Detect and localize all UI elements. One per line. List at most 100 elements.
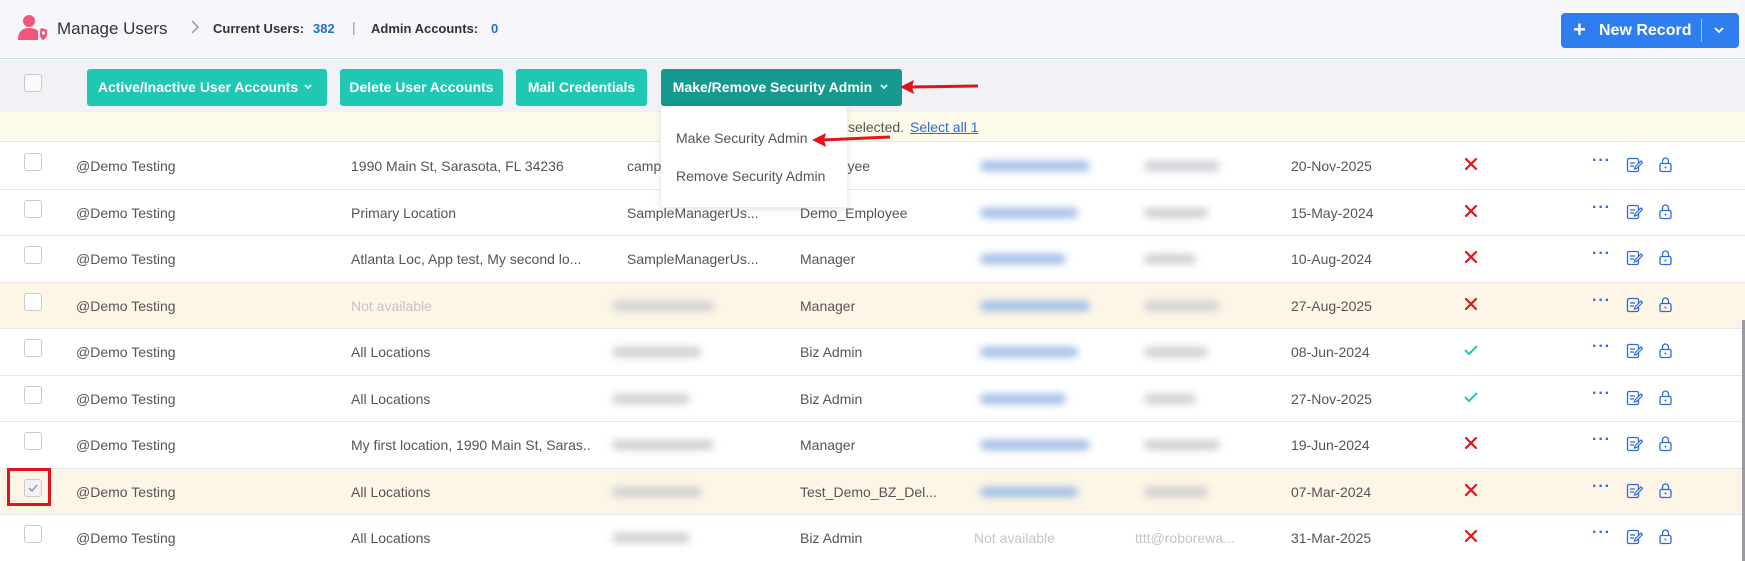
lock-icon[interactable] <box>1658 249 1673 266</box>
redacted-cell <box>966 190 1126 237</box>
lock-icon[interactable] <box>1658 342 1673 359</box>
more-dots-icon[interactable]: ··· <box>1592 524 1611 542</box>
row-checkbox[interactable] <box>24 246 42 264</box>
date-cell: 20-Nov-2025 <box>1291 158 1372 174</box>
edit-icon[interactable] <box>1626 342 1643 359</box>
lock-icon[interactable] <box>1658 482 1673 499</box>
more-dots-icon[interactable]: ··· <box>1592 152 1611 170</box>
lock-icon[interactable] <box>1658 435 1673 452</box>
date-cell: 19-Jun-2024 <box>1291 437 1370 453</box>
new-record-label: New Record <box>1599 22 1692 39</box>
row-checkbox[interactable] <box>24 292 42 311</box>
row-checkbox[interactable] <box>24 432 42 450</box>
more-dots-icon[interactable]: ··· <box>1592 199 1611 217</box>
close-icon <box>1464 157 1478 171</box>
table-row[interactable]: @Demo Testing My first location, 1990 Mai… <box>0 422 1745 469</box>
close-icon <box>1464 204 1478 217</box>
check-icon <box>1464 391 1478 402</box>
more-dots-icon[interactable]: ··· <box>1592 431 1611 449</box>
make-security-admin-option[interactable]: Make Security Admin <box>676 130 808 146</box>
select-all-checkbox[interactable] <box>24 74 42 92</box>
redacted-cell <box>598 469 750 516</box>
mail-credentials-button[interactable]: Mail Credentials <box>516 69 647 106</box>
security-admin-dropdown: Make Security Admin Remove Security Admi… <box>661 106 847 207</box>
user-name-cell: @Demo Testing <box>76 437 176 453</box>
chevron-down-icon <box>880 84 888 90</box>
redacted-cell <box>966 422 1126 469</box>
redacted-cell <box>1130 469 1256 516</box>
more-dots-icon[interactable]: ··· <box>1592 245 1611 263</box>
row-checkbox[interactable] <box>24 199 42 218</box>
user-name-cell: @Demo Testing <box>76 390 176 407</box>
plus-icon: + <box>1573 17 1586 42</box>
edit-icon[interactable] <box>1626 156 1643 173</box>
role-cell: Biz Admin <box>800 530 863 546</box>
chevron-right-icon <box>191 20 200 34</box>
active-inactive-button[interactable]: Active/Inactive User Accounts <box>87 69 327 106</box>
annotation-highlight-box <box>7 468 51 506</box>
redacted-cell <box>966 236 1126 283</box>
redacted-cell <box>966 469 1126 516</box>
admin-accounts-label: Admin Accounts: <box>371 21 479 36</box>
edit-icon[interactable] <box>1626 203 1643 220</box>
email-cell: Not available <box>974 530 1055 546</box>
table-row[interactable]: @Demo Testing Atlanta Loc, App test, My s… <box>0 236 1745 283</box>
table-row[interactable]: @Demo Testing Not available Manager 27-Aug-… <box>0 282 1745 330</box>
more-dots-icon[interactable]: ··· <box>1592 478 1611 496</box>
annotation-arrow <box>900 80 979 94</box>
row-checkbox[interactable] <box>24 525 42 543</box>
active-inactive-label: Active/Inactive User Accounts <box>97 79 299 95</box>
location-cell: Atlanta Loc, App test, My second lo... <box>351 251 582 267</box>
close-icon <box>1464 483 1478 496</box>
date-cell: 10-Aug-2024 <box>1291 251 1372 267</box>
date-cell: 27-Nov-2025 <box>1291 390 1372 407</box>
table-row[interactable]: @Demo Testing All Locations Biz Admin Not a… <box>0 515 1745 561</box>
edit-icon[interactable] <box>1626 296 1643 313</box>
location-cell: All Locations <box>351 483 431 500</box>
role-cell: Biz Admin <box>800 344 863 360</box>
page-title: Manage Users <box>57 19 168 38</box>
table-row[interactable]: @Demo Testing All Locations Biz Admin 27-No… <box>0 375 1745 423</box>
more-dots-icon[interactable]: ··· <box>1592 338 1611 356</box>
select-all-link[interactable]: Select all 1 <box>910 119 978 135</box>
table-row[interactable]: @Demo Testing Primary Location SampleManag… <box>0 189 1745 237</box>
date-cell: 15-May-2024 <box>1291 204 1374 221</box>
row-checkbox[interactable] <box>24 153 42 171</box>
user-name-cell: @Demo Testing <box>76 297 176 314</box>
lock-icon[interactable] <box>1658 156 1673 173</box>
edit-icon[interactable] <box>1626 528 1643 545</box>
close-icon <box>1464 297 1478 310</box>
users-table-body: @Demo Testing 1990 Main St, Sarasota, FL … <box>0 143 1745 561</box>
lock-icon[interactable] <box>1658 528 1673 545</box>
lock-icon[interactable] <box>1658 296 1673 313</box>
redacted-cell <box>966 376 1126 423</box>
chevron-down-icon[interactable] <box>1712 23 1726 37</box>
location-cell: All Locations <box>351 344 431 360</box>
stat-separator: | <box>352 19 356 35</box>
manage-users-page: Manage Users Current Users: 382 | Admin … <box>0 0 1745 561</box>
redacted-cell <box>598 283 750 330</box>
table-row[interactable]: @Demo Testing 1990 Main St, Sarasota, FL … <box>0 143 1745 190</box>
table-row[interactable]: @Demo Testing All Locations Biz Admin 08-Ju… <box>0 329 1745 376</box>
lock-icon[interactable] <box>1658 389 1673 406</box>
edit-icon[interactable] <box>1626 482 1643 499</box>
table-row[interactable]: @Demo Testing All Locations Test_Demo_BZ_D… <box>0 468 1745 516</box>
delete-user-accounts-button[interactable]: Delete User Accounts <box>340 69 503 106</box>
make-remove-security-admin-button[interactable]: Make/Remove Security Admin <box>661 69 902 106</box>
remove-security-admin-option[interactable]: Remove Security Admin <box>676 168 825 184</box>
edit-icon[interactable] <box>1626 389 1643 406</box>
more-dots-icon[interactable]: ··· <box>1592 292 1611 310</box>
more-dots-icon[interactable]: ··· <box>1592 385 1611 403</box>
edit-icon[interactable] <box>1626 249 1643 266</box>
location-cell: My first location, 1990 Main St, Saras..… <box>351 437 591 453</box>
edit-icon[interactable] <box>1626 435 1643 452</box>
new-record-button[interactable]: + New Record <box>1561 13 1739 48</box>
user-name-cell: @Demo Testing <box>76 530 176 546</box>
chevron-down-icon <box>304 84 312 90</box>
row-checkbox[interactable] <box>24 339 42 357</box>
user-name-cell: @Demo Testing <box>76 344 176 360</box>
lock-icon[interactable] <box>1658 203 1673 220</box>
user-name-cell: @Demo Testing <box>76 204 176 221</box>
location-cell: Not available <box>351 297 432 314</box>
row-checkbox[interactable] <box>24 385 42 404</box>
